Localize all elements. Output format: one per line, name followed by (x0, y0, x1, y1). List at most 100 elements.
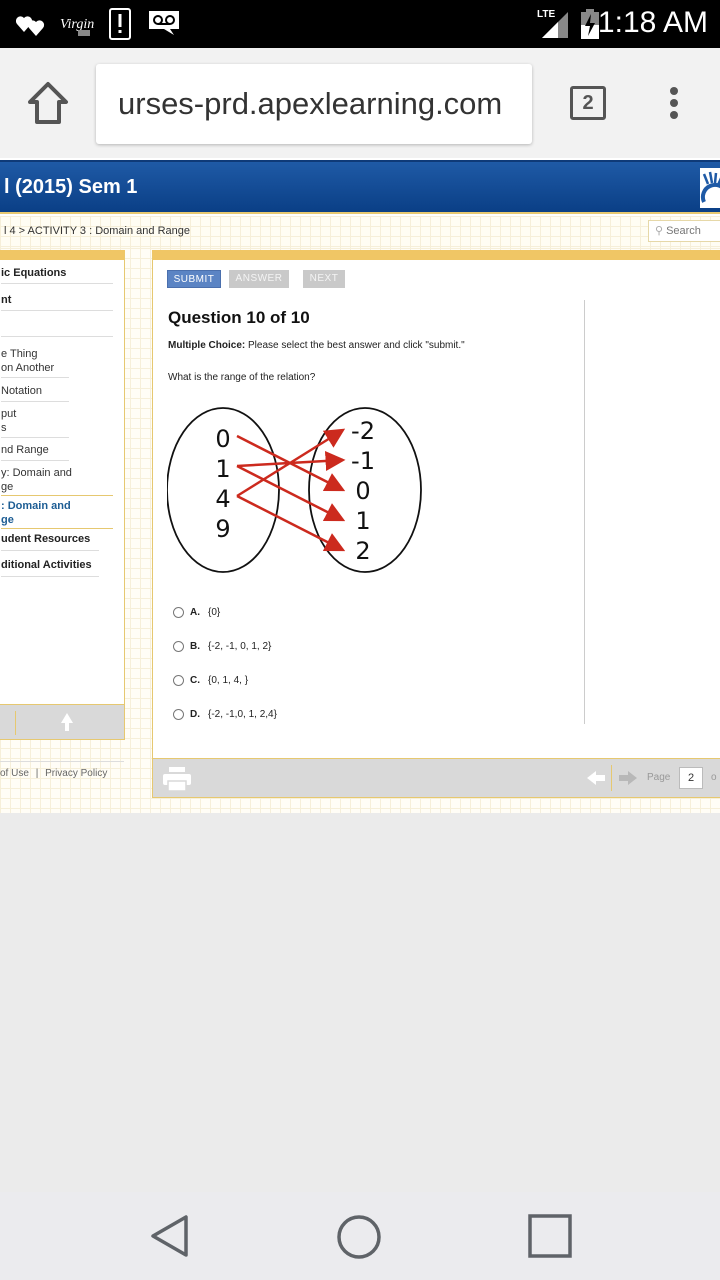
domain-value: 1 (215, 455, 230, 483)
sidebar-item[interactable]: Notation (1, 384, 42, 398)
question-instruction: Multiple Choice: Please select the best … (168, 340, 465, 351)
sidebar-item-label: put (1, 408, 17, 420)
page-label: Page (647, 772, 671, 783)
divider (1, 283, 113, 284)
radio-button[interactable] (173, 640, 184, 652)
home-circle-icon[interactable] (336, 1214, 382, 1260)
divider (1, 495, 113, 496)
divider (584, 300, 585, 724)
apex-logo-icon[interactable] (700, 168, 720, 208)
divider (15, 711, 16, 735)
sidebar-item[interactable]: put s (1, 407, 16, 435)
sidebar-item-label: ge (1, 481, 14, 493)
sidebar-item-label: e Thing (1, 348, 38, 360)
choice-text: {-2, -1, 0, 1, 2} (208, 641, 272, 652)
sidebar-item[interactable]: y: Domain and ge (1, 466, 72, 494)
divider (1, 401, 69, 402)
divider (0, 761, 124, 762)
divider (1, 336, 113, 337)
radio-button[interactable] (173, 708, 184, 720)
course-banner: l (2015) Sem 1 (0, 160, 720, 214)
choice-c[interactable]: C. {0, 1, 4, } (173, 674, 248, 688)
divider (1, 377, 69, 378)
radio-button[interactable] (173, 606, 184, 618)
next-page-arrow-icon[interactable] (619, 771, 637, 785)
breadcrumb-bar: l 4 > ACTIVITY 3 : Domain and Range ⚲ Sea… (0, 216, 720, 248)
choice-text: {0, 1, 4, } (208, 675, 249, 686)
radio-button[interactable] (173, 674, 184, 686)
signal-icon (542, 12, 568, 38)
overflow-menu-icon[interactable] (664, 84, 684, 124)
instruction-text: Please select the best answer and click … (245, 340, 465, 351)
home-icon[interactable] (26, 80, 70, 126)
mapping-diagram: 0149 -2-1012 (167, 407, 422, 573)
range-value: 2 (355, 537, 370, 565)
choice-d[interactable]: D. {-2, -1,0, 1, 2,4} (173, 708, 277, 722)
print-icon[interactable] (163, 767, 191, 791)
sidebar-footer (0, 704, 125, 740)
sidebar-item[interactable]: udent Resources (1, 532, 90, 546)
privacy-policy-link[interactable]: Privacy Policy (45, 768, 107, 779)
question-title: Question 10 of 10 (168, 308, 310, 327)
sidebar-item[interactable]: nd Range (1, 443, 49, 457)
sidebar-item[interactable]: e Thing on Another (1, 347, 54, 375)
range-value: 0 (355, 477, 370, 505)
sidebar-item-current[interactable]: : Domain and ge (1, 499, 71, 527)
next-button[interactable]: NEXT (303, 270, 345, 288)
question-footer-bar: Page 2 o (152, 758, 720, 798)
terms-link[interactable]: of Use (0, 768, 29, 779)
android-nav-bar (0, 1192, 720, 1280)
choice-letter: B. (190, 641, 200, 652)
tab-switcher-button[interactable]: 2 (570, 86, 606, 120)
sidebar-item-label: s (1, 422, 7, 434)
previous-page-arrow-icon[interactable] (587, 771, 605, 785)
svg-text:Virgin: Virgin (60, 17, 94, 32)
mapping-arrow (236, 428, 346, 498)
divider (1, 310, 113, 311)
hearts-icon (16, 16, 45, 36)
question-panel: SUBMIT ANSWER NEXT Question 10 of 10 Mul… (152, 250, 720, 796)
domain-value: 4 (215, 485, 230, 513)
answer-button[interactable]: ANSWER (229, 270, 289, 288)
instruction-label: Multiple Choice: (168, 340, 246, 351)
question-text: What is the range of the relation? (168, 372, 316, 383)
range-value: -2 (351, 417, 375, 445)
choice-letter: C. (190, 675, 200, 686)
recents-icon[interactable] (528, 1214, 572, 1258)
submit-button[interactable]: SUBMIT (167, 270, 221, 288)
search-placeholder: Search (666, 225, 701, 237)
choice-letter: D. (190, 709, 200, 720)
course-title: l (2015) Sem 1 (4, 176, 138, 198)
range-value: -1 (351, 447, 375, 475)
virgin-logo-icon: Virgin (60, 17, 94, 36)
sidebar-item[interactable]: nt (1, 293, 11, 307)
divider (1, 528, 113, 529)
url-bar[interactable]: urses-prd.apexlearning.com (96, 64, 532, 144)
sidebar-item-label: y: Domain and (1, 467, 72, 479)
mapping-arrow (236, 464, 346, 522)
domain-value: 9 (215, 515, 230, 543)
footer-separator: | (35, 768, 39, 779)
page-of-label: o (711, 772, 717, 783)
sidebar-item[interactable]: ditional Activities (1, 558, 92, 572)
domain-value: 0 (215, 425, 230, 453)
sidebar-item-label: on Another (1, 362, 55, 374)
alert-notification-icon (109, 8, 131, 40)
sidebar: ic Equations nt e Thing on Another Notat… (0, 250, 125, 740)
page-number-input[interactable]: 2 (679, 767, 703, 789)
divider (1, 437, 69, 438)
voicemail-icon (149, 11, 179, 35)
sidebar-item-label: : Domain and (1, 500, 71, 512)
choice-text: {-2, -1,0, 1, 2,4} (208, 709, 277, 720)
sidebar-item-label: ge (1, 514, 14, 526)
choice-b[interactable]: B. {-2, -1, 0, 1, 2} (173, 640, 271, 654)
range-value: 1 (355, 507, 370, 535)
choice-letter: A. (190, 607, 200, 618)
sidebar-item[interactable]: ic Equations (1, 266, 66, 280)
scroll-top-arrow-icon[interactable] (61, 713, 73, 731)
back-icon[interactable] (150, 1214, 190, 1258)
search-input[interactable]: ⚲ Search (648, 220, 720, 242)
footer-links: of Use | Privacy Policy (0, 768, 107, 779)
choice-a[interactable]: A. {0} (173, 606, 220, 620)
breadcrumb[interactable]: l 4 > ACTIVITY 3 : Domain and Range (4, 225, 190, 237)
